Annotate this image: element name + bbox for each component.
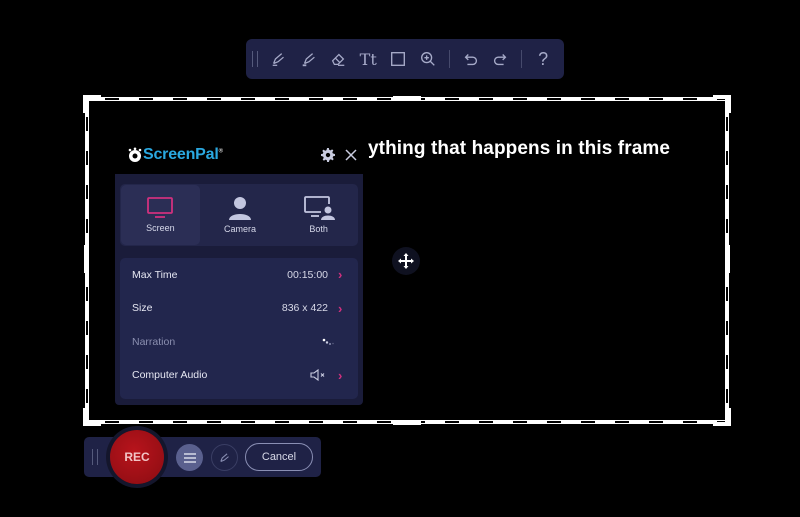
speaker-muted-icon xyxy=(310,369,325,382)
toolbar-divider xyxy=(521,50,523,68)
setting-narration[interactable]: Narration xyxy=(120,325,358,359)
recording-settings: Max Time 00:15:00 › Size 836 x 422 › Nar… xyxy=(120,258,358,399)
setting-label: Size xyxy=(132,302,153,315)
monitor-person-icon xyxy=(303,196,335,220)
setting-label: Computer Audio xyxy=(132,369,208,382)
size-value: 836 x 422 xyxy=(281,302,328,315)
help-button[interactable]: ? xyxy=(528,44,558,74)
move-frame-handle[interactable] xyxy=(392,247,420,275)
setting-computer-audio[interactable]: Computer Audio › xyxy=(120,359,358,393)
person-icon xyxy=(229,197,251,220)
move-icon xyxy=(398,253,414,269)
setting-label: Max Time xyxy=(132,268,178,281)
highlighter-tool-button[interactable] xyxy=(294,44,324,74)
monitor-icon xyxy=(147,197,174,218)
controls-drag-handle[interactable] xyxy=(92,449,98,465)
frame-left-handle[interactable] xyxy=(84,245,89,273)
zoom-in-icon xyxy=(420,52,435,66)
text-tool-button[interactable]: Tt xyxy=(353,44,383,74)
hamburger-menu-icon xyxy=(183,452,196,463)
toolbar-divider xyxy=(448,50,450,68)
frame-corner-handle-top-left[interactable] xyxy=(83,95,101,113)
pen-icon xyxy=(219,452,229,462)
loading-spinner-icon xyxy=(322,338,334,345)
mode-label: Camera xyxy=(224,224,257,234)
highlighter-icon xyxy=(302,53,315,67)
setting-size[interactable]: Size 836 x 422 › xyxy=(120,292,358,326)
setting-label: Narration xyxy=(132,335,176,348)
frame-bottom-handle[interactable] xyxy=(393,420,421,425)
help-icon: ? xyxy=(538,48,549,69)
eraser-icon xyxy=(332,53,345,66)
mode-both[interactable]: Both xyxy=(279,184,358,246)
setting-max-time[interactable]: Max Time 00:15:00 › xyxy=(120,258,358,292)
toolbar-drag-handle[interactable] xyxy=(252,51,258,67)
logo-text: ScreenPal® xyxy=(143,146,223,163)
chevron-right-icon: › xyxy=(338,300,343,316)
frame-corner-handle-top-right[interactable] xyxy=(713,95,731,113)
zoom-tool-button[interactable] xyxy=(413,44,443,74)
recorder-panel: Screen Camera Both Max Time 00:15:00 › S… xyxy=(115,174,363,405)
mode-camera[interactable]: Camera xyxy=(201,184,280,246)
rectangle-tool-button[interactable] xyxy=(383,44,413,74)
mode-label: Screen xyxy=(146,223,175,233)
draw-tools-button[interactable] xyxy=(211,444,238,471)
pen-icon xyxy=(272,53,284,66)
max-time-value: 00:15:00 xyxy=(287,268,328,281)
close-icon xyxy=(345,149,357,161)
frame-corner-handle-bottom-right[interactable] xyxy=(713,408,731,426)
pen-tool-button[interactable] xyxy=(264,44,294,74)
redo-icon xyxy=(494,54,507,66)
rectangle-icon xyxy=(391,52,405,66)
mode-screen[interactable]: Screen xyxy=(121,185,200,245)
screenpal-logo-icon xyxy=(128,147,142,162)
eraser-tool-button[interactable] xyxy=(324,44,354,74)
gear-icon xyxy=(321,148,335,162)
menu-button[interactable] xyxy=(176,444,203,471)
recorder-header: ScreenPal® xyxy=(115,137,363,173)
screenpal-logo: ScreenPal® xyxy=(127,146,223,164)
chevron-right-icon: › xyxy=(338,267,343,283)
cancel-button[interactable]: Cancel xyxy=(245,443,313,471)
frame-right-handle[interactable] xyxy=(725,245,730,273)
frame-caption: ything that happens in this frame xyxy=(368,138,671,159)
text-icon: Tt xyxy=(359,49,377,69)
mode-label: Both xyxy=(309,224,328,234)
settings-button[interactable] xyxy=(321,148,335,162)
undo-button[interactable] xyxy=(456,44,486,74)
undo-icon xyxy=(464,54,477,66)
close-button[interactable] xyxy=(345,149,357,161)
redo-button[interactable] xyxy=(485,44,515,74)
annotation-toolbar: Tt ? xyxy=(246,39,564,79)
record-button[interactable]: REC xyxy=(110,430,164,484)
frame-top-handle[interactable] xyxy=(393,96,421,101)
recording-mode-selector: Screen Camera Both xyxy=(120,184,358,246)
frame-corner-handle-bottom-left[interactable] xyxy=(83,408,101,426)
chevron-right-icon: › xyxy=(338,367,343,383)
